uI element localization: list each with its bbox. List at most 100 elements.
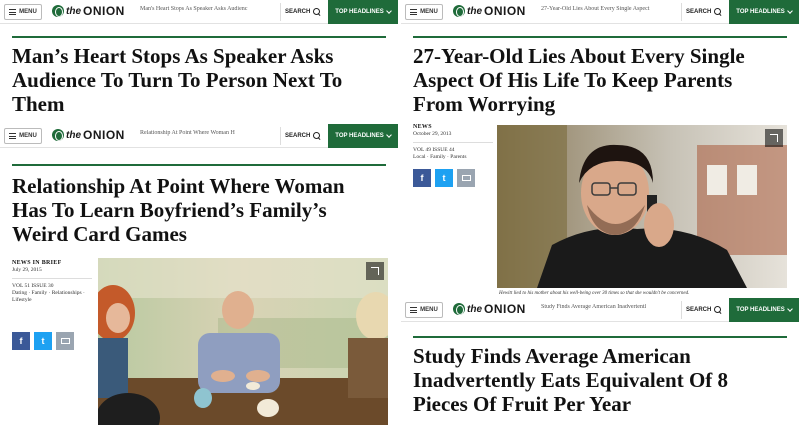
article-tags[interactable]: Dating · Family · Relationships · Lifest… [12, 290, 92, 304]
twitter-share-button[interactable]: t [435, 169, 453, 187]
top-headlines-label: TOP HEADLINES [736, 307, 785, 313]
card-game-photo [98, 258, 388, 425]
expand-icon[interactable] [765, 129, 783, 147]
article-headline: Study Finds Average American Inadvertent… [413, 344, 729, 416]
onion-globe-icon [453, 303, 465, 315]
onion-globe-icon [52, 5, 64, 17]
search-button[interactable]: SEARCH [681, 3, 726, 21]
article-panel-27-year-old: MENU the ONION 27-Year-Old Lies About Ev… [401, 0, 799, 300]
article-date: October 29, 2013 [413, 131, 452, 137]
menu-label: MENU [420, 307, 438, 313]
search-button[interactable]: SEARCH [681, 301, 726, 319]
menu-button[interactable]: MENU [4, 128, 42, 144]
facebook-share-button[interactable]: f [12, 332, 30, 350]
nav-article-title[interactable]: Man's Heart Stops As Speaker Asks Audien… [140, 6, 276, 12]
onion-logo[interactable]: the ONION [453, 302, 526, 316]
article-date: July 29, 2015 [12, 267, 42, 273]
expand-icon[interactable] [366, 262, 384, 280]
headline-rule [12, 164, 386, 166]
email-share-button[interactable] [56, 332, 74, 350]
article-headline: 27-Year-Old Lies About Every Single Aspe… [413, 44, 745, 116]
top-headlines-button[interactable]: TOP HEADLINES [729, 0, 799, 24]
menu-button[interactable]: MENU [405, 302, 443, 318]
search-label: SEARCH [285, 133, 311, 139]
logo-the: the [467, 303, 482, 315]
menu-label: MENU [19, 9, 37, 15]
chevron-down-icon [786, 8, 793, 14]
nav-article-title[interactable]: Relationship At Point Where Woman H [140, 130, 276, 136]
article-category[interactable]: NEWS IN BRIEF [12, 260, 92, 267]
man-on-phone-photo [497, 125, 787, 288]
article-issue: VOL 51 ISSUE 30 [12, 283, 54, 289]
headline-rule [12, 36, 386, 38]
article-panel-card-games: MENU the ONION Relationship At Point Whe… [0, 124, 398, 425]
top-headlines-button[interactable]: TOP HEADLINES [729, 298, 799, 322]
top-headlines-button[interactable]: TOP HEADLINES [328, 0, 398, 24]
top-headlines-label: TOP HEADLINES [335, 133, 384, 139]
twitter-share-button[interactable]: t [34, 332, 52, 350]
search-button[interactable]: SEARCH [280, 3, 325, 21]
meta-divider [12, 278, 92, 279]
top-headlines-label: TOP HEADLINES [736, 9, 785, 15]
logo-onion: ONION [83, 128, 125, 142]
chevron-down-icon [786, 306, 793, 312]
menu-button[interactable]: MENU [4, 4, 42, 20]
photo-caption: Hewitt lied to his mother about his well… [499, 291, 690, 296]
onion-logo[interactable]: the ONION [52, 128, 125, 142]
article-photo[interactable] [98, 258, 388, 425]
hamburger-icon [9, 9, 17, 15]
search-icon [313, 132, 321, 140]
search-icon [714, 306, 722, 314]
logo-onion: ONION [484, 302, 526, 316]
logo-the: the [66, 129, 81, 141]
article-headline: Relationship At Point Where Woman Has To… [12, 174, 345, 246]
article-headline: Man’s Heart Stops As Speaker Asks Audien… [12, 44, 343, 116]
article-meta: NEWS IN BRIEF July 29, 2015 VOL 51 ISSUE… [12, 260, 92, 350]
logo-onion: ONION [484, 4, 526, 18]
share-buttons: f t [413, 169, 493, 187]
logo-onion: ONION [83, 4, 125, 18]
search-label: SEARCH [686, 307, 712, 313]
logo-the: the [66, 5, 81, 17]
meta-divider [413, 142, 493, 143]
article-meta: NEWS October 29, 2013 VOL 49 ISSUE 44 Lo… [413, 124, 493, 187]
article-issue: VOL 49 ISSUE 44 [413, 147, 455, 153]
search-label: SEARCH [285, 9, 311, 15]
top-headlines-label: TOP HEADLINES [335, 9, 384, 15]
site-nav: MENU the ONION Study Finds Average Ameri… [401, 298, 799, 322]
top-headlines-button[interactable]: TOP HEADLINES [328, 124, 398, 148]
article-panel-heart-stops: MENU the ONION Man's Heart Stops As Spea… [0, 0, 398, 122]
menu-label: MENU [420, 9, 438, 15]
headline-rule [413, 36, 787, 38]
menu-button[interactable]: MENU [405, 4, 443, 20]
chevron-down-icon [385, 132, 392, 138]
logo-the: the [467, 5, 482, 17]
search-button[interactable]: SEARCH [280, 127, 325, 145]
onion-globe-icon [52, 129, 64, 141]
hamburger-icon [9, 133, 17, 139]
facebook-share-button[interactable]: f [413, 169, 431, 187]
search-label: SEARCH [686, 9, 712, 15]
onion-globe-icon [453, 5, 465, 17]
article-tags[interactable]: Local · Family · Parents [413, 154, 493, 161]
site-nav: MENU the ONION Man's Heart Stops As Spea… [0, 0, 398, 24]
email-share-button[interactable] [457, 169, 475, 187]
chevron-down-icon [385, 8, 392, 14]
site-nav: MENU the ONION Relationship At Point Whe… [0, 124, 398, 148]
site-nav: MENU the ONION 27-Year-Old Lies About Ev… [401, 0, 799, 24]
article-photo[interactable] [497, 125, 787, 288]
menu-label: MENU [19, 133, 37, 139]
headline-rule [413, 336, 787, 338]
onion-logo[interactable]: the ONION [52, 4, 125, 18]
email-icon [60, 338, 70, 344]
nav-article-title[interactable]: 27-Year-Old Lies About Every Single Aspe… [541, 6, 677, 12]
article-category[interactable]: NEWS [413, 124, 493, 131]
onion-logo[interactable]: the ONION [453, 4, 526, 18]
search-icon [313, 8, 321, 16]
share-buttons: f t [12, 332, 92, 350]
search-icon [714, 8, 722, 16]
hamburger-icon [410, 307, 418, 313]
hamburger-icon [410, 9, 418, 15]
email-icon [461, 175, 471, 181]
nav-article-title[interactable]: Study Finds Average American Inadvertent… [541, 304, 677, 310]
